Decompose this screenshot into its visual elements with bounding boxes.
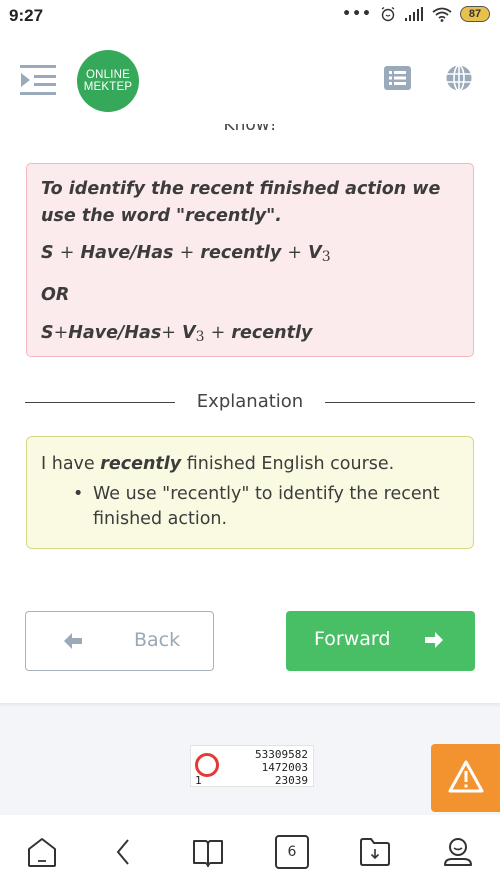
status-bar: 9:27 ••• 87 xyxy=(0,0,500,36)
back-button[interactable]: Back xyxy=(25,611,214,671)
status-icons: ••• 87 xyxy=(342,6,490,22)
example-sentence: I have recently finished English course. xyxy=(41,454,395,474)
arrow-right-icon xyxy=(425,632,443,648)
counter-line3: 23039 xyxy=(274,774,308,787)
counter-line2: 1472003 xyxy=(261,761,308,774)
visit-counter[interactable]: 53309582 1472003 23039 1 xyxy=(190,745,314,787)
back-icon[interactable] xyxy=(108,835,142,869)
back-label: Back xyxy=(134,629,181,651)
wifi-icon xyxy=(432,7,452,22)
tabs-button[interactable]: 6 xyxy=(275,835,309,869)
status-time: 9:27 xyxy=(9,6,44,25)
counter-line1: 53309582 xyxy=(255,748,308,761)
report-issue-button[interactable] xyxy=(431,744,500,812)
explanation-bullet: We use "recently" to identify the recent… xyxy=(73,482,459,532)
online-mektep-logo[interactable]: ONLINE MEKTEP xyxy=(77,50,139,112)
rule-formula-1: S + Have/Has + recently + V3 xyxy=(41,243,331,265)
partial-heading: Know! xyxy=(0,124,500,138)
rule-intro: To identify the recent finished action w… xyxy=(41,179,441,226)
explanation-list: We use "recently" to identify the recent… xyxy=(41,482,459,532)
arrow-left-icon xyxy=(64,633,82,649)
profile-icon[interactable] xyxy=(441,835,475,869)
rule-box: To identify the recent finished action w… xyxy=(26,163,474,357)
partial-heading-text: Know! xyxy=(223,124,277,135)
menu-collapse-icon[interactable] xyxy=(20,64,56,96)
example-box: I have recently finished English course.… xyxy=(26,436,474,549)
divider-line-right xyxy=(325,402,475,403)
more-dots-icon: ••• xyxy=(342,6,372,22)
home-icon[interactable] xyxy=(25,835,59,869)
bottom-nav: 6 xyxy=(0,815,500,888)
logo-line2: MEKTEP xyxy=(83,81,133,93)
battery-indicator: 87 xyxy=(460,6,490,22)
counter-index: 1 xyxy=(195,774,202,787)
rule-formula-2: S+Have/Has+ V3 + recently xyxy=(41,323,313,345)
book-icon[interactable] xyxy=(191,835,225,869)
tabs-count: 6 xyxy=(287,844,297,860)
app-header: ONLINE MEKTEP xyxy=(0,36,500,124)
warning-icon xyxy=(448,760,484,793)
downloads-icon[interactable] xyxy=(358,835,392,869)
logo-line1: ONLINE xyxy=(85,69,131,81)
signal-icon xyxy=(405,7,423,21)
alarm-icon xyxy=(381,6,395,22)
explanation-divider: Explanation xyxy=(25,391,475,414)
forward-button[interactable]: Forward xyxy=(286,611,475,671)
forward-label: Forward xyxy=(314,628,391,650)
globe-icon[interactable] xyxy=(446,65,472,91)
list-icon[interactable] xyxy=(384,66,411,90)
rule-or: OR xyxy=(41,285,70,305)
